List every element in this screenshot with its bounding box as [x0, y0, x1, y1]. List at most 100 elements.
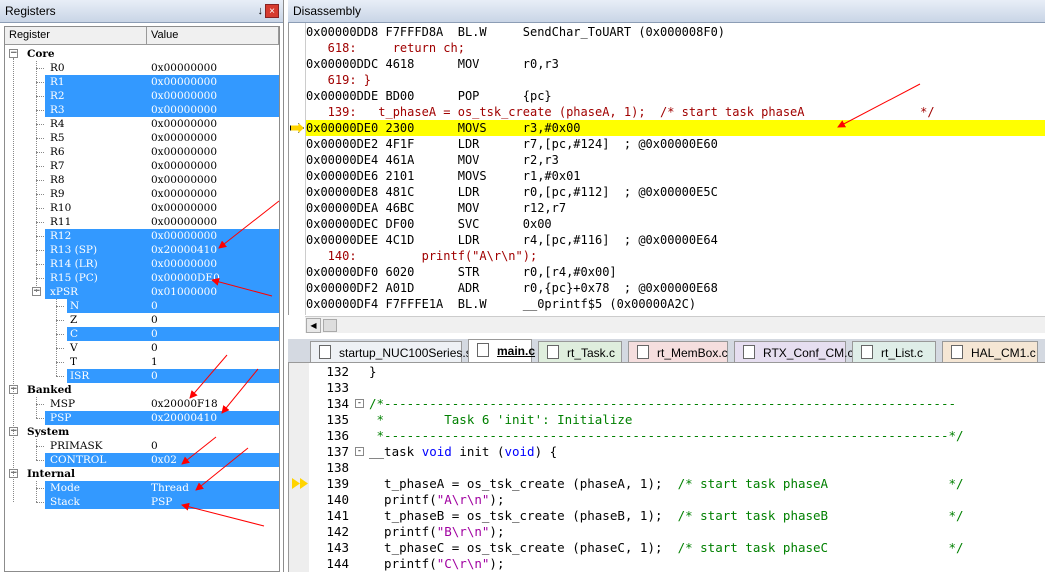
- register-value[interactable]: 0x00000000: [151, 229, 217, 243]
- fold-toggle-icon[interactable]: -: [355, 447, 364, 456]
- register-row[interactable]: R5 0x00000000: [5, 131, 279, 145]
- register-row[interactable]: C0: [5, 327, 279, 341]
- register-row[interactable]: R9 0x00000000: [5, 187, 279, 201]
- column-register[interactable]: Register: [5, 27, 147, 44]
- fold-toggle-icon[interactable]: -: [355, 399, 364, 408]
- scroll-left-icon[interactable]: ◀: [306, 318, 321, 333]
- asm-line[interactable]: 0x00000DE0 2300 MOVS r3,#0x00: [306, 120, 1045, 136]
- editor-line[interactable]: 132}: [309, 364, 1045, 380]
- register-value[interactable]: 0x00000000: [151, 257, 217, 271]
- register-value[interactable]: 0x00000000: [151, 215, 217, 229]
- register-value[interactable]: 0x00000000: [151, 61, 217, 75]
- asm-line[interactable]: 0x00000DDE BD00 POP {pc}: [306, 88, 1045, 104]
- tab-rtx-conf-cm-c[interactable]: RTX_Conf_CM.c: [734, 341, 853, 362]
- register-row[interactable]: R14 (LR) 0x00000000: [5, 257, 279, 271]
- register-row[interactable]: R15 (PC) 0x00000DE0: [5, 271, 279, 285]
- register-value[interactable]: 0x00000000: [151, 89, 217, 103]
- register-value[interactable]: 0x00000000: [151, 103, 217, 117]
- asm-line[interactable]: 0x00000DF0 6020 STR r0,[r4,#0x00]: [306, 264, 1045, 280]
- register-value[interactable]: 0: [151, 369, 158, 383]
- source-line[interactable]: 618: return ch;: [306, 40, 1045, 56]
- editor-line[interactable]: 140 printf("A\r\n");: [309, 492, 1045, 508]
- register-row[interactable]: R2 0x00000000: [5, 89, 279, 103]
- register-row[interactable]: R3 0x00000000: [5, 103, 279, 117]
- register-group-system[interactable]: − System: [5, 425, 279, 439]
- register-value[interactable]: 0: [151, 439, 158, 453]
- asm-line[interactable]: 0x00000DF2 A01D ADR r0,{pc}+0x78 ; @0x00…: [306, 280, 1045, 296]
- register-value[interactable]: 1: [151, 355, 158, 369]
- source-line[interactable]: 139: t_phaseA = os_tsk_create (phaseA, 1…: [306, 104, 1045, 120]
- tab-main-c[interactable]: main.c: [468, 339, 535, 362]
- register-value[interactable]: 0x00000DE0: [151, 271, 220, 285]
- register-row[interactable]: ISR 0: [5, 369, 279, 383]
- editor-line[interactable]: 135 * Task 6 'init': Initialize: [309, 412, 1045, 428]
- register-row[interactable]: CONTROL 0x02: [5, 453, 279, 467]
- tab-hal-cm1-c[interactable]: HAL_CM1.c: [942, 341, 1038, 362]
- asm-line[interactable]: 0x00000DE2 4F1F LDR r7,[pc,#124] ; @0x00…: [306, 136, 1045, 152]
- register-row[interactable]: PSP 0x20000410: [5, 411, 279, 425]
- register-value[interactable]: 0x20000410: [151, 243, 217, 257]
- tab-rt-membox-c[interactable]: rt_MemBox.c: [628, 341, 728, 362]
- register-row[interactable]: R0 0x00000000: [5, 61, 279, 75]
- register-row[interactable]: R12 0x00000000: [5, 229, 279, 243]
- register-value[interactable]: 0x00000000: [151, 159, 217, 173]
- disassembly-hscrollbar[interactable]: ◀: [305, 316, 1045, 333]
- register-row[interactable]: Mode Thread: [5, 481, 279, 495]
- register-value[interactable]: 0x00000000: [151, 173, 217, 187]
- register-value[interactable]: 0x00000000: [151, 131, 217, 145]
- close-icon[interactable]: ×: [265, 4, 279, 18]
- register-group-core[interactable]: − Core: [5, 47, 279, 61]
- register-row[interactable]: R4 0x00000000: [5, 117, 279, 131]
- register-value[interactable]: 0: [151, 327, 158, 341]
- asm-line[interactable]: 0x00000DEA 46BC MOV r12,r7: [306, 200, 1045, 216]
- register-row[interactable]: T1: [5, 355, 279, 369]
- register-value[interactable]: 0x01000000: [151, 285, 217, 299]
- register-value[interactable]: 0x20000F18: [151, 397, 218, 411]
- collapse-toggle-icon[interactable]: −: [9, 49, 18, 58]
- register-value[interactable]: 0x02: [151, 453, 177, 467]
- register-row[interactable]: R13 (SP) 0x20000410: [5, 243, 279, 257]
- register-value[interactable]: 0x00000000: [151, 145, 217, 159]
- register-row[interactable]: MSP 0x20000F18: [5, 397, 279, 411]
- register-row[interactable]: R11 0x00000000: [5, 215, 279, 229]
- editor-line[interactable]: 141 t_phaseB = os_tsk_create (phaseB, 1)…: [309, 508, 1045, 524]
- register-group-banked[interactable]: − Banked: [5, 383, 279, 397]
- register-row[interactable]: R6 0x00000000: [5, 145, 279, 159]
- register-value[interactable]: Thread: [151, 481, 189, 495]
- asm-line[interactable]: 0x00000DE6 2101 MOVS r1,#0x01: [306, 168, 1045, 184]
- column-value[interactable]: Value: [147, 27, 279, 44]
- editor-line[interactable]: 139 t_phaseA = os_tsk_create (phaseA, 1)…: [309, 476, 1045, 492]
- asm-line[interactable]: 0x00000DD8 F7FFFD8A BL.W SendChar_ToUART…: [306, 24, 1045, 40]
- scroll-thumb[interactable]: [323, 319, 337, 332]
- register-row-xpsr[interactable]: − xPSR 0x01000000: [5, 285, 279, 299]
- register-value[interactable]: 0x20000410: [151, 411, 217, 425]
- editor-line[interactable]: 134-/*----------------------------------…: [309, 396, 1045, 412]
- disassembly-code[interactable]: 0x00000DD8 F7FFFD8A BL.W SendChar_ToUART…: [288, 23, 1045, 315]
- asm-line[interactable]: 0x00000DE8 481C LDR r0,[pc,#112] ; @0x00…: [306, 184, 1045, 200]
- editor-line[interactable]: 143 t_phaseC = os_tsk_create (phaseC, 1)…: [309, 540, 1045, 556]
- source-line[interactable]: 140: printf("A\r\n");: [306, 248, 1045, 264]
- source-editor[interactable]: 132} 133 134-/*---------------------------…: [288, 363, 1045, 572]
- asm-line[interactable]: 0x00000DEE 4C1D LDR r4,[pc,#116] ; @0x00…: [306, 232, 1045, 248]
- register-value[interactable]: 0x00000000: [151, 187, 217, 201]
- asm-line[interactable]: 0x00000DEC DF00 SVC 0x00: [306, 216, 1045, 232]
- editor-line[interactable]: 133: [309, 380, 1045, 396]
- register-row[interactable]: V0: [5, 341, 279, 355]
- register-value[interactable]: 0x00000000: [151, 75, 217, 89]
- pin-icon[interactable]: ↓: [258, 5, 264, 17]
- editor-line[interactable]: 142 printf("B\r\n");: [309, 524, 1045, 540]
- asm-line[interactable]: 0x00000DE4 461A MOV r2,r3: [306, 152, 1045, 168]
- tab-rt-task-c[interactable]: rt_Task.c: [538, 341, 622, 362]
- editor-line[interactable]: 138: [309, 460, 1045, 476]
- register-value[interactable]: PSP: [151, 495, 172, 509]
- register-value[interactable]: 0: [151, 299, 158, 313]
- asm-line[interactable]: 0x00000DDC 4618 MOV r0,r3: [306, 56, 1045, 72]
- register-row[interactable]: R1 0x00000000: [5, 75, 279, 89]
- register-row[interactable]: R8 0x00000000: [5, 173, 279, 187]
- editor-line[interactable]: 144 printf("C\r\n");: [309, 556, 1045, 572]
- editor-line[interactable]: 136 *-----------------------------------…: [309, 428, 1045, 444]
- register-row[interactable]: Z0: [5, 313, 279, 327]
- register-value[interactable]: 0: [151, 313, 158, 327]
- register-value[interactable]: 0: [151, 341, 158, 355]
- register-group-internal[interactable]: − Internal: [5, 467, 279, 481]
